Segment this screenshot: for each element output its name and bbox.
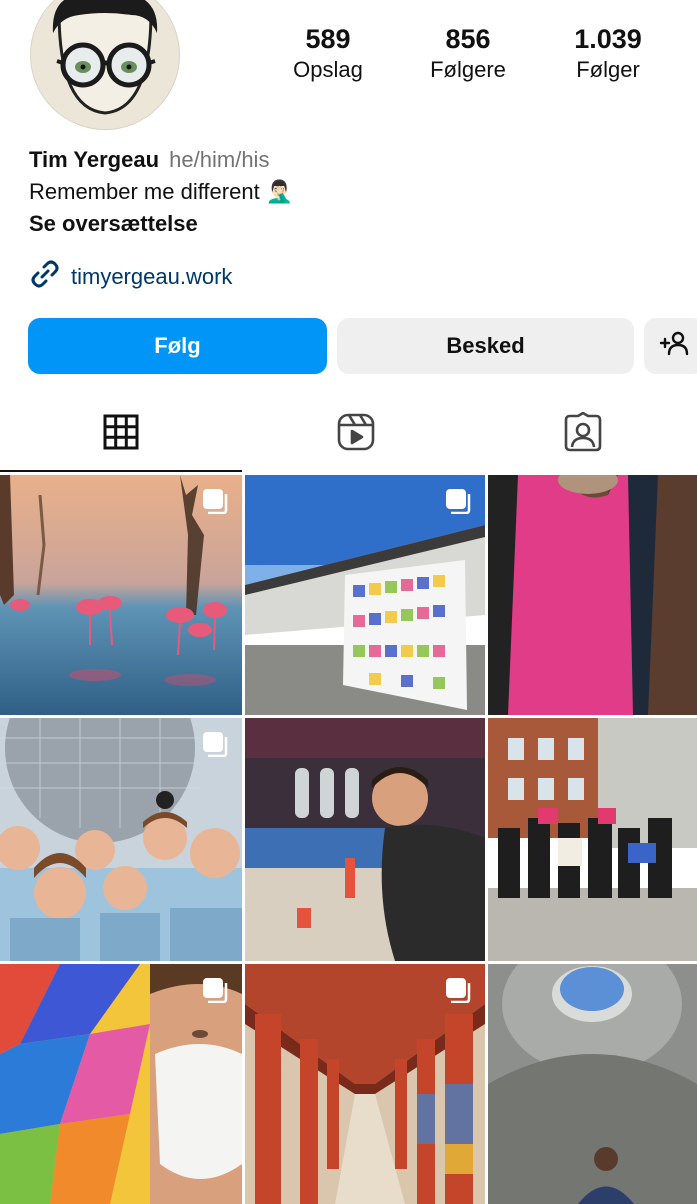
stat-followers-count: 856	[398, 22, 538, 56]
multi-photo-icon	[445, 488, 471, 519]
tab-reels[interactable]	[242, 398, 470, 470]
profile-website[interactable]: timyergeau.work	[29, 258, 232, 295]
stat-following-count: 1.039	[538, 22, 678, 56]
stat-followers-label: Følgere	[398, 56, 538, 84]
post-man-at-bar[interactable]	[245, 718, 485, 961]
post-building-banner[interactable]	[245, 475, 485, 715]
stat-following-label: Følger	[538, 56, 678, 84]
stat-posts-count: 589	[258, 22, 398, 56]
stat-posts[interactable]: 589 Opslag	[258, 22, 398, 84]
profile-bio: Remember me different 🤦🏻‍♂️	[29, 177, 293, 207]
person-plus-icon	[659, 330, 689, 362]
link-icon	[29, 258, 61, 295]
stat-followers[interactable]: 856 Følgere	[398, 22, 538, 84]
post-group-selfie[interactable]	[0, 718, 242, 961]
suggest-users-button[interactable]	[644, 318, 697, 374]
profile-name-line: Tim Yergeau he/him/his	[29, 145, 269, 175]
tab-posts[interactable]	[0, 398, 242, 472]
follow-button[interactable]: Følg	[28, 318, 327, 374]
multi-photo-icon	[202, 977, 228, 1008]
stat-posts-label: Opslag	[258, 56, 398, 84]
reels-icon	[336, 412, 376, 457]
profile-pronouns: he/him/his	[169, 147, 269, 172]
multi-photo-icon	[202, 488, 228, 519]
post-masked-selfie[interactable]	[0, 964, 242, 1204]
grid-icon	[103, 414, 139, 455]
profile-link-text[interactable]: timyergeau.work	[71, 264, 232, 290]
profile-name: Tim Yergeau	[29, 147, 159, 172]
stat-following[interactable]: 1.039 Følger	[538, 22, 678, 84]
post-red-colonnade[interactable]	[245, 964, 485, 1204]
see-translation-link[interactable]: Se oversættelse	[29, 209, 198, 239]
message-button[interactable]: Besked	[337, 318, 634, 374]
profile-tabs	[0, 398, 697, 472]
tagged-icon	[563, 412, 603, 457]
post-flamingos[interactable]	[0, 475, 242, 715]
profile-avatar[interactable]	[30, 0, 180, 130]
tab-tagged[interactable]	[470, 398, 697, 470]
post-shirt[interactable]	[488, 475, 697, 715]
post-skyspace[interactable]	[488, 964, 697, 1204]
multi-photo-icon	[445, 977, 471, 1008]
profile-stats: 589 Opslag 856 Følgere 1.039 Følger	[258, 22, 678, 84]
post-protest[interactable]	[488, 718, 697, 961]
multi-photo-icon	[202, 731, 228, 762]
